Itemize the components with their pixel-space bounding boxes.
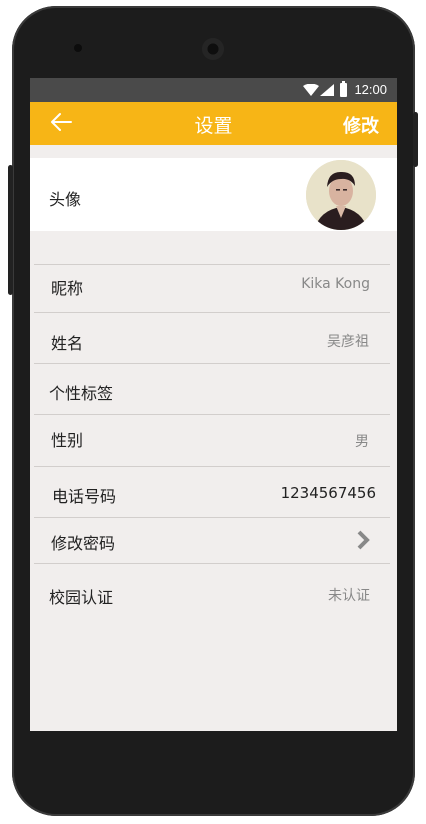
page-title: 设置 <box>194 115 233 137</box>
battery-icon <box>340 81 347 97</box>
app-bar: 设置 修改 <box>30 102 397 145</box>
speaker-icon <box>202 38 224 60</box>
user-avatar[interactable] <box>306 160 376 230</box>
name-label: 姓名 <box>51 334 84 353</box>
phone-value: 1234567456 <box>280 484 376 502</box>
gender-label: 性别 <box>51 431 84 450</box>
signal-icon <box>320 84 334 96</box>
avatar-row[interactable]: 头像 <box>30 158 397 231</box>
campus-label: 校园认证 <box>49 588 114 607</box>
camera-icon <box>74 44 82 52</box>
screen: 12:00 设置 修改 头像 昵称 Kika Kong 姓名 吴彦祖 个性标签 … <box>30 78 397 731</box>
phone-chin <box>30 731 397 771</box>
status-time: 12:00 <box>354 82 387 97</box>
nickname-value: Kika Kong <box>301 276 370 292</box>
nickname-label: 昵称 <box>51 279 84 298</box>
avatar-label: 头像 <box>49 190 82 209</box>
gender-row[interactable] <box>30 415 397 466</box>
volume-button <box>8 165 13 295</box>
gender-value: 男 <box>355 434 369 450</box>
wifi-icon <box>303 84 319 96</box>
campus-value: 未认证 <box>328 588 370 604</box>
edit-button[interactable]: 修改 <box>343 112 379 138</box>
avatar-portrait <box>306 160 376 230</box>
phone-label: 电话号码 <box>52 487 117 506</box>
name-value: 吴彦祖 <box>327 334 369 350</box>
change-password-label: 修改密码 <box>51 534 116 553</box>
chevron-right-icon[interactable] <box>356 530 370 550</box>
power-button <box>413 112 418 167</box>
status-bar: 12:00 <box>30 78 397 102</box>
tag-label: 个性标签 <box>49 384 114 403</box>
